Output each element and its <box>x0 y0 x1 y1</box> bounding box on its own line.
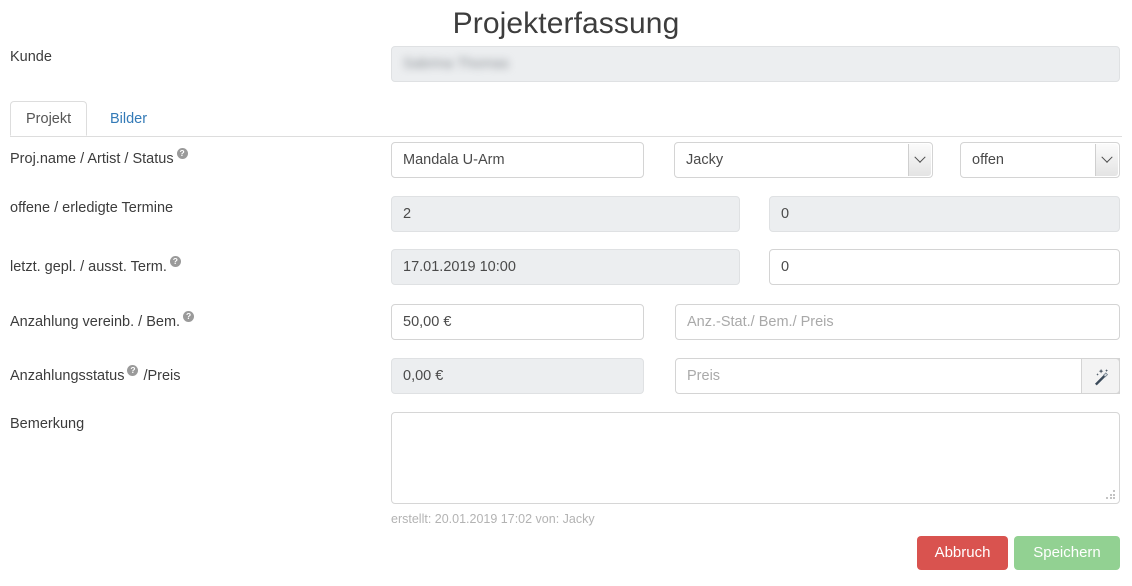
chevron-down-icon-artist[interactable] <box>908 144 931 176</box>
page-title: Projekterfassung <box>452 7 680 40</box>
status-select[interactable]: offen <box>960 142 1120 178</box>
deposit-status-row-label-text: Anzahlungsstatus <box>10 367 125 384</box>
last-planned-term-field[interactable]: 17.01.2019 10:00 <box>391 249 740 285</box>
project-name-input[interactable]: Mandala U-Arm <box>391 142 644 178</box>
deposit-status-row-label-suffix: /Preis <box>143 367 181 384</box>
help-icon-project[interactable]: ? <box>176 148 188 159</box>
price-placeholder: Preis <box>687 368 721 384</box>
open-appointments-field[interactable]: 2 <box>391 196 740 232</box>
deposit-note-input[interactable]: Anz.-Stat./ Bem./ Preis <box>675 304 1120 340</box>
projekterfassung-form: Projekterfassung Kunde Sabrina Thomas Pr… <box>0 0 1132 586</box>
help-icon-deposit-agreed[interactable]: ? <box>183 311 195 322</box>
chevron-down-icon-status[interactable] <box>1095 144 1118 176</box>
outstanding-term-value: 0 <box>781 259 790 275</box>
deposit-amount-value: 50,00 € <box>403 314 452 330</box>
remark-row-label: Bemerkung <box>10 415 84 433</box>
customer-field[interactable]: Sabrina Thomas <box>391 46 1120 82</box>
outstanding-term-input[interactable]: 0 <box>769 249 1120 285</box>
tab-bilder[interactable]: Bilder <box>94 101 163 136</box>
appointments-row-label-text: offene / erledigte Termine <box>10 200 174 216</box>
done-appointments-field[interactable]: 0 <box>769 196 1120 232</box>
deposit-status-value: 0,00 € <box>403 368 444 384</box>
done-appointments-value: 0 <box>781 206 790 222</box>
artist-select-value: Jacky <box>686 152 724 168</box>
customer-value: Sabrina Thomas <box>403 56 510 72</box>
deposit-agreed-row-label-text: Anzahlung vereinb. / Bem. <box>10 313 181 330</box>
save-button[interactable]: Speichern <box>1014 536 1120 570</box>
terms-row-label: letzt. gepl. / ausst. Term.? <box>10 252 181 276</box>
project-name-value: Mandala U-Arm <box>403 152 505 168</box>
remark-textarea[interactable] <box>391 412 1120 504</box>
customer-label: Kunde <box>10 49 52 65</box>
status-select-value: offen <box>972 152 1004 168</box>
deposit-note-placeholder: Anz.-Stat./ Bem./ Preis <box>687 314 834 330</box>
artist-select[interactable]: Jacky <box>674 142 933 178</box>
created-meta-text: erstellt: 20.01.2019 17:02 von: Jacky <box>391 512 595 526</box>
tab-bar: Projekt Bilder <box>10 101 1122 137</box>
deposit-amount-input[interactable]: 50,00 € <box>391 304 644 340</box>
terms-row-label-text: letzt. gepl. / ausst. Term. <box>10 258 167 275</box>
price-input[interactable]: Preis <box>675 358 1120 394</box>
deposit-status-row-label: Anzahlungsstatus? /Preis <box>10 361 181 385</box>
appointments-row-label: offene / erledigte Termine <box>10 199 173 217</box>
help-icon-deposit-status[interactable]: ? <box>127 365 139 376</box>
resize-grip-icon[interactable] <box>1106 490 1116 500</box>
deposit-agreed-row-label: Anzahlung vereinb. / Bem.? <box>10 307 195 331</box>
magic-wand-button[interactable] <box>1081 358 1120 394</box>
cancel-button[interactable]: Abbruch <box>917 536 1008 570</box>
last-planned-term-value: 17.01.2019 10:00 <box>403 259 516 275</box>
project-row-label: Proj.name / Artist / Status? <box>10 144 188 168</box>
project-row-label-text: Proj.name / Artist / Status <box>10 150 174 167</box>
remark-row-label-text: Bemerkung <box>10 416 85 432</box>
open-appointments-value: 2 <box>403 206 412 222</box>
magic-wand-icon <box>1094 368 1109 385</box>
tab-projekt[interactable]: Projekt <box>10 101 88 136</box>
help-icon-terms[interactable]: ? <box>169 256 181 267</box>
deposit-status-field[interactable]: 0,00 € <box>391 358 644 394</box>
